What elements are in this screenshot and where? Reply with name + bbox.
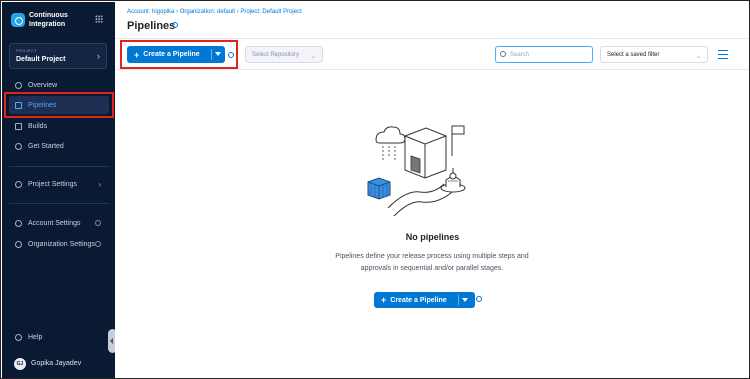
empty-state-description: Pipelines define your release process us… <box>335 253 529 272</box>
saved-filter-select[interactable]: Select a saved filter ⌄ <box>600 46 708 63</box>
plus-icon: + <box>134 49 140 60</box>
saved-filter-placeholder: Select a saved filter <box>607 51 660 58</box>
project-selector[interactable]: PROJECT Default Project › <box>9 43 107 69</box>
sidebar-item-label: Overview <box>28 81 58 89</box>
filter-icon[interactable] <box>718 50 728 59</box>
module-grid-icon[interactable] <box>95 15 103 23</box>
sidebar-item-label: Help <box>28 333 43 341</box>
chevron-right-icon: › <box>98 179 101 189</box>
brand[interactable]: Continuous Integration <box>11 11 107 31</box>
project-name: Default Project <box>16 56 66 63</box>
button-divider <box>458 295 459 305</box>
builds-icon <box>15 122 22 130</box>
sidebar-item-label: Project Settings <box>28 180 78 188</box>
search-icon <box>500 51 506 57</box>
help-icon <box>15 333 22 341</box>
create-pipeline-button[interactable]: + Create a Pipeline <box>127 46 225 63</box>
plus-icon: + <box>381 295 387 305</box>
info-icon[interactable] <box>476 296 482 302</box>
sidebar-item-get-started[interactable]: Get Started <box>9 137 109 155</box>
chevron-down-icon: ⌄ <box>695 54 701 60</box>
info-icon[interactable] <box>228 52 234 58</box>
info-icon[interactable] <box>172 22 178 28</box>
create-pipeline-label: Create a Pipeline <box>390 296 447 304</box>
create-pipeline-button-secondary[interactable]: + Create a Pipeline <box>374 292 475 308</box>
page-title: Pipelines <box>127 20 176 32</box>
toolbar: + Create a Pipeline Select Repository ⌄ … <box>115 38 749 70</box>
account-settings-icon <box>15 219 22 227</box>
info-icon[interactable] <box>95 220 101 226</box>
ci-logo-icon <box>11 13 25 27</box>
sidebar: Continuous Integration PROJECT Default P… <box>2 2 115 378</box>
chevron-down-icon: ⌄ <box>310 54 316 60</box>
organization-settings-icon <box>15 240 22 248</box>
search-placeholder: Search <box>510 51 530 58</box>
button-divider <box>211 49 212 60</box>
repository-select-placeholder: Select Repository <box>252 51 300 58</box>
sidebar-divider <box>9 166 109 167</box>
sidebar-item-organization-settings[interactable]: Organization Settings <box>9 235 109 253</box>
sidebar-item-project-settings[interactable]: Project Settings › <box>9 175 109 193</box>
sidebar-item-label: Account Settings <box>28 219 81 227</box>
avatar[interactable]: GJ <box>14 358 26 370</box>
main-content: Account: higopika › Organization: defaul… <box>115 2 749 378</box>
breadcrumb[interactable]: Account: higopika › Organization: defaul… <box>127 9 302 15</box>
sidebar-item-help[interactable]: Help <box>9 328 109 346</box>
search-input[interactable]: Search <box>495 46 593 63</box>
chevron-right-icon: › <box>97 51 100 61</box>
chevron-down-icon[interactable] <box>462 298 468 302</box>
sidebar-divider <box>9 203 109 204</box>
app-name: Continuous Integration <box>29 12 68 28</box>
app-frame: Continuous Integration PROJECT Default P… <box>0 0 750 379</box>
get-started-icon <box>15 142 22 150</box>
empty-pipelines-illustration <box>367 125 466 217</box>
sidebar-item-builds[interactable]: Builds <box>9 117 109 135</box>
chevron-down-icon[interactable] <box>215 52 221 56</box>
sidebar-item-label: Get Started <box>28 142 64 150</box>
sidebar-item-account-settings[interactable]: Account Settings <box>9 214 109 232</box>
overview-icon <box>15 81 22 89</box>
gear-icon <box>15 180 22 188</box>
user-name[interactable]: Gopika Jayadev <box>31 360 81 367</box>
highlight-box-pipelines <box>4 92 114 118</box>
sidebar-item-label: Builds <box>28 122 48 130</box>
sidebar-item-label: Organization Settings <box>28 240 95 248</box>
info-icon[interactable] <box>95 241 101 247</box>
create-pipeline-label: Create a Pipeline <box>143 51 200 58</box>
repository-select[interactable]: Select Repository ⌄ <box>245 46 323 63</box>
empty-state-title: No pipelines <box>405 232 460 242</box>
project-caption: PROJECT <box>16 48 37 53</box>
